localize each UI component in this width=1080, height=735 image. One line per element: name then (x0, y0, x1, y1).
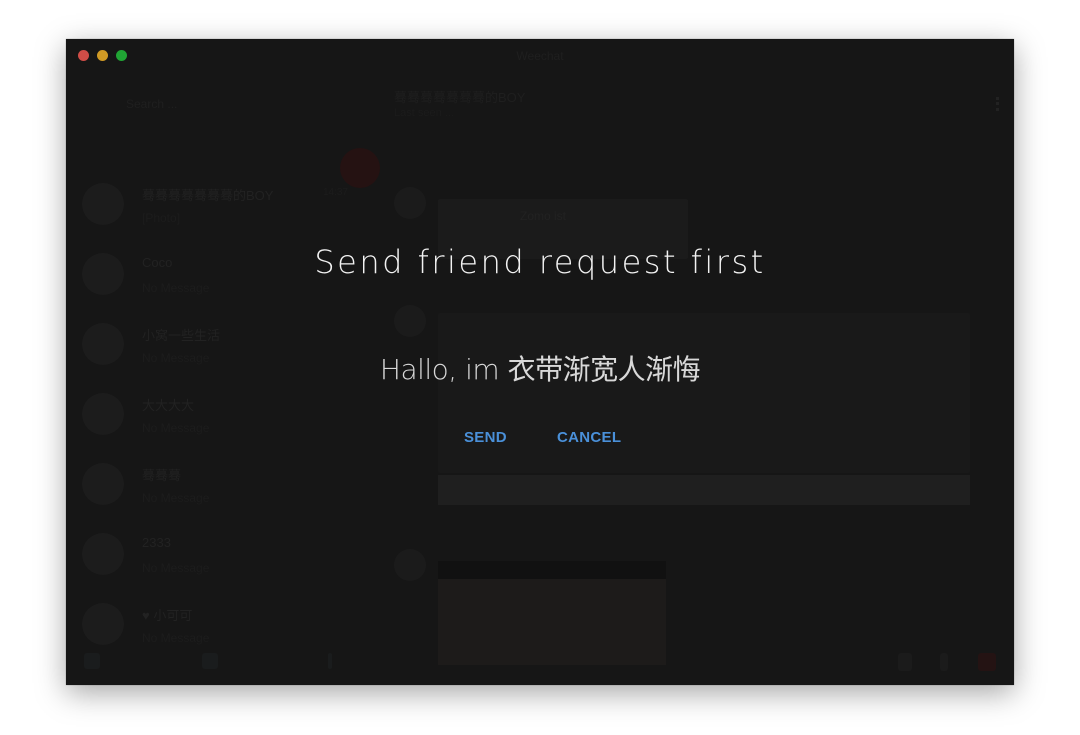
dialog-message: Hallo, im 衣带渐宽人渐悔 (379, 353, 701, 386)
send-button[interactable]: SEND (460, 427, 511, 448)
cancel-button[interactable]: CANCEL (553, 427, 625, 448)
app-window: Weechat Search ... 蓦蓦蓦蓦蓦蓦蓦的BOY [Photo] 1… (66, 39, 1014, 685)
dialog-title: Send friend request first (314, 243, 766, 281)
friend-request-dialog: Send friend request first Hallo, im 衣带渐宽… (66, 39, 1014, 685)
